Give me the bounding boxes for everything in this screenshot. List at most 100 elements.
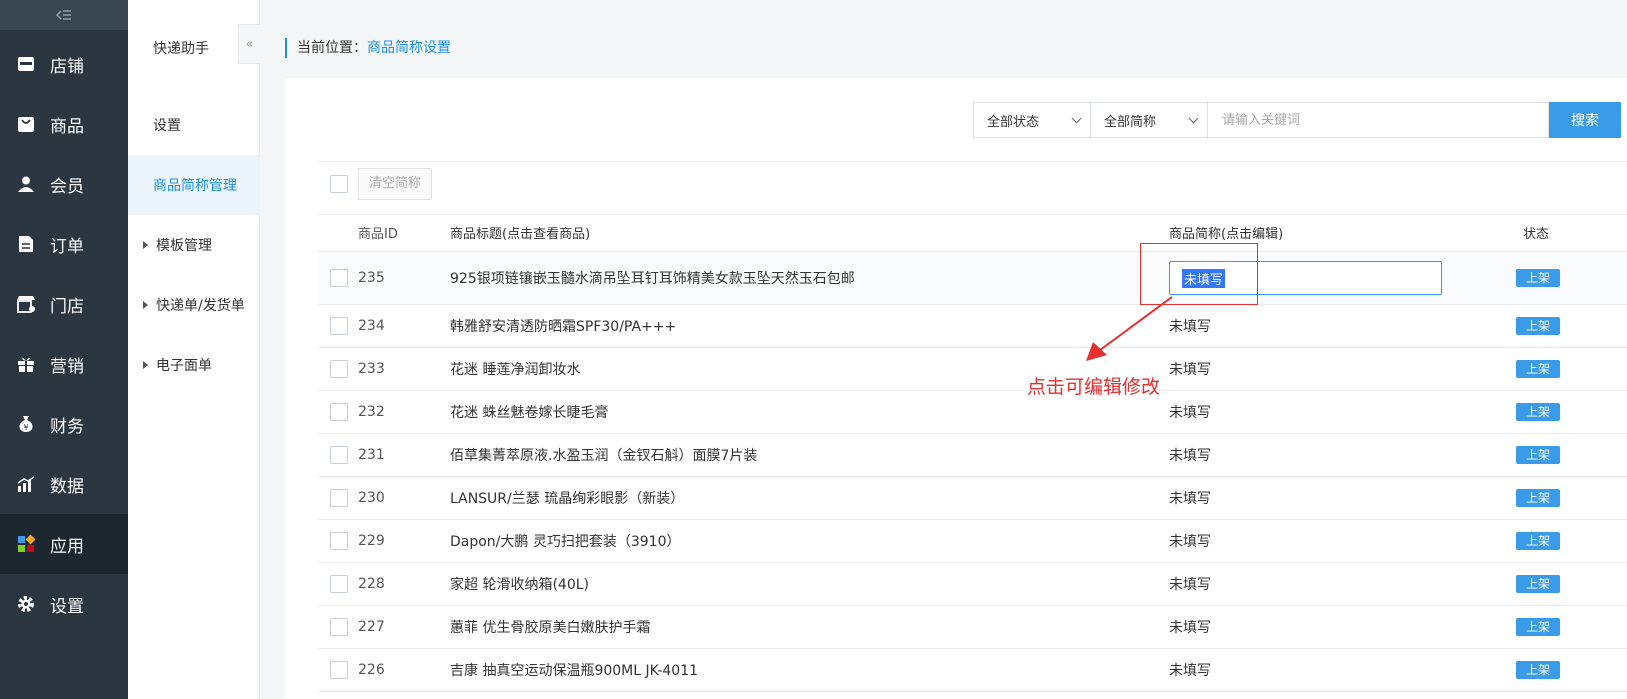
nav-item-store[interactable]: 店铺 — [0, 34, 128, 94]
search-button[interactable]: 搜索 — [1549, 102, 1621, 138]
row-id: 231 — [358, 447, 385, 463]
row-id: 228 — [358, 576, 385, 592]
row-title-link[interactable]: 佰草集菁萃原液.水盈玉润（金钗石斛）面膜7片装 — [450, 445, 757, 465]
nav-item-outlet[interactable]: 门店 — [0, 274, 128, 334]
row-checkbox[interactable] — [330, 317, 348, 335]
clear-abbr-button[interactable]: 清空简称 — [358, 168, 433, 200]
divider — [318, 161, 1627, 162]
row-title-link[interactable]: LANSUR/兰瑟 琉晶绚彩眼影（新装） — [450, 488, 684, 508]
status-badge[interactable]: 上架 — [1516, 661, 1560, 679]
nav-item-goods[interactable]: 商品 — [0, 94, 128, 154]
row-title-link[interactable]: 花迷 蛛丝魅卷嫁长睫毛膏 — [450, 402, 608, 422]
nav-item-data[interactable]: 数据 — [0, 454, 128, 514]
nav-item-label: 店铺 — [50, 56, 84, 77]
row-abbr[interactable]: 未填写 — [1169, 531, 1211, 551]
nav-item-apps[interactable]: 应用 — [0, 514, 128, 574]
select-all-checkbox[interactable] — [330, 175, 348, 193]
chevron-down-icon — [1071, 113, 1082, 123]
table-row: 233 花迷 睡莲净润卸妆水 未填写 上架 — [318, 348, 1627, 391]
row-checkbox[interactable] — [330, 618, 348, 636]
sub-item-waybill[interactable]: 快递单/发货单 — [128, 275, 260, 335]
status-badge[interactable]: 上架 — [1516, 317, 1560, 335]
row-title-link[interactable]: 925银项链镶嵌玉髓水滴吊坠耳钉耳饰精美女款玉坠天然玉石包邮 — [450, 268, 855, 288]
double-chevron-left-icon[interactable]: « — [238, 24, 260, 64]
row-title-link[interactable]: 花迷 睡莲净润卸妆水 — [450, 359, 580, 379]
row-id: 229 — [358, 533, 385, 549]
nav-item-member[interactable]: 会员 — [0, 154, 128, 214]
row-title-link[interactable]: 吉康 抽真空运动保温瓶900ML JK-4011 — [450, 660, 698, 680]
sub-item-settings[interactable]: 设置 — [128, 95, 260, 155]
status-badge[interactable]: 上架 — [1516, 532, 1560, 550]
breadcrumb-current[interactable]: 商品简称设置 — [367, 40, 451, 56]
status-badge[interactable]: 上架 — [1516, 403, 1560, 421]
nav-item-label: 门店 — [50, 296, 84, 317]
row-id: 235 — [358, 270, 385, 286]
nav-item-label: 会员 — [50, 176, 84, 197]
sub-item-abbr-manage[interactable]: 商品简称管理 — [128, 155, 260, 215]
row-title-link[interactable]: Dapon/大鹏 灵巧扫把套装（3910） — [450, 531, 680, 551]
sub-sidebar: 快递助手 « 设置 商品简称管理 模板管理 快递单/发货单 电子面单 — [128, 0, 260, 699]
sub-item-label: 商品简称管理 — [153, 178, 237, 194]
collapse-menu-icon[interactable] — [0, 0, 128, 30]
table-row: 226 吉康 抽真空运动保温瓶900ML JK-4011 未填写 上架 — [318, 649, 1627, 692]
row-abbr[interactable]: 未填写 — [1169, 402, 1211, 422]
row-checkbox[interactable] — [330, 575, 348, 593]
abbr-edit-input[interactable]: 未填写 — [1169, 261, 1442, 295]
row-abbr[interactable]: 未填写 — [1169, 359, 1211, 379]
sub-sidebar-title: 快递助手 — [153, 41, 209, 57]
row-checkbox[interactable] — [330, 360, 348, 378]
content-panel: 全部状态 全部简称 搜索 清空简称 商品ID 商品标题(点击查看商品) 商品简称… — [285, 78, 1627, 699]
header-id: 商品ID — [358, 227, 398, 242]
annotation-text: 点击可编辑修改 — [1027, 376, 1161, 398]
search-input[interactable] — [1207, 102, 1549, 138]
sub-item-label: 模板管理 — [156, 238, 212, 254]
toolbar: 清空简称 — [330, 168, 433, 200]
row-checkbox[interactable] — [330, 446, 348, 464]
status-badge[interactable]: 上架 — [1516, 489, 1560, 507]
header-title: 商品标题(点击查看商品) — [450, 227, 591, 242]
row-id: 232 — [358, 404, 385, 420]
nav-item-finance[interactable]: ¥ 财务 — [0, 394, 128, 454]
row-abbr[interactable]: 未填写 — [1169, 445, 1211, 465]
row-checkbox[interactable] — [330, 532, 348, 550]
row-checkbox[interactable] — [330, 661, 348, 679]
status-badge[interactable]: 上架 — [1516, 618, 1560, 636]
search-bar: 全部状态 全部简称 搜索 — [973, 102, 1621, 138]
row-abbr[interactable]: 未填写 — [1169, 316, 1211, 336]
status-badge[interactable]: 上架 — [1516, 446, 1560, 464]
row-abbr[interactable]: 未填写 — [1169, 488, 1211, 508]
caret-right-icon — [143, 241, 148, 249]
gift-icon — [16, 354, 36, 374]
row-abbr[interactable]: 未填写 — [1169, 660, 1211, 680]
row-checkbox[interactable] — [330, 489, 348, 507]
sub-item-template-manage[interactable]: 模板管理 — [128, 215, 260, 275]
table-row: 234 韩雅舒安清透防晒霜SPF30/PA+++ 未填写 上架 — [318, 305, 1627, 348]
nav-item-label: 商品 — [50, 116, 84, 137]
row-title-link[interactable]: 蕙菲 优生骨胶原美白嫩肤护手霜 — [450, 617, 650, 637]
status-badge[interactable]: 上架 — [1516, 269, 1560, 287]
row-checkbox[interactable] — [330, 403, 348, 421]
main-sidebar: 店铺 商品 会员 订单 门店 营销 ¥ 财务 数据 应用 设置 — [0, 0, 128, 699]
status-select[interactable]: 全部状态 — [973, 102, 1091, 138]
nav-item-marketing[interactable]: 营销 — [0, 334, 128, 394]
header-status: 状态 — [1523, 227, 1550, 242]
row-abbr[interactable]: 未填写 — [1169, 617, 1211, 637]
row-abbr[interactable]: 未填写 — [1169, 574, 1211, 594]
apps-grid-icon — [16, 534, 36, 554]
table-row: 232 花迷 蛛丝魅卷嫁长睫毛膏 未填写 上架 — [318, 391, 1627, 434]
table-row: 230 LANSUR/兰瑟 琉晶绚彩眼影（新装） 未填写 上架 — [318, 477, 1627, 520]
goods-table: 商品ID 商品标题(点击查看商品) 商品简称(点击编辑) 状态 235 925银… — [318, 214, 1627, 692]
status-badge[interactable]: 上架 — [1516, 360, 1560, 378]
row-title-link[interactable]: 韩雅舒安清透防晒霜SPF30/PA+++ — [450, 316, 676, 336]
bag-icon — [16, 114, 36, 134]
status-badge[interactable]: 上架 — [1516, 575, 1560, 593]
breadcrumb: 当前位置：商品简称设置 — [285, 38, 451, 58]
row-title-link[interactable]: 家超 轮滑收纳箱(40L) — [450, 574, 589, 594]
sub-item-e-waybill[interactable]: 电子面单 — [128, 335, 260, 395]
table-row: 235 925银项链镶嵌玉髓水滴吊坠耳钉耳饰精美女款玉坠天然玉石包邮 未填写 上… — [318, 252, 1627, 305]
nav-item-order[interactable]: 订单 — [0, 214, 128, 274]
nav-item-settings[interactable]: 设置 — [0, 574, 128, 634]
row-checkbox[interactable] — [330, 269, 348, 287]
money-bag-icon: ¥ — [16, 414, 36, 434]
abbr-select[interactable]: 全部简称 — [1090, 102, 1208, 138]
